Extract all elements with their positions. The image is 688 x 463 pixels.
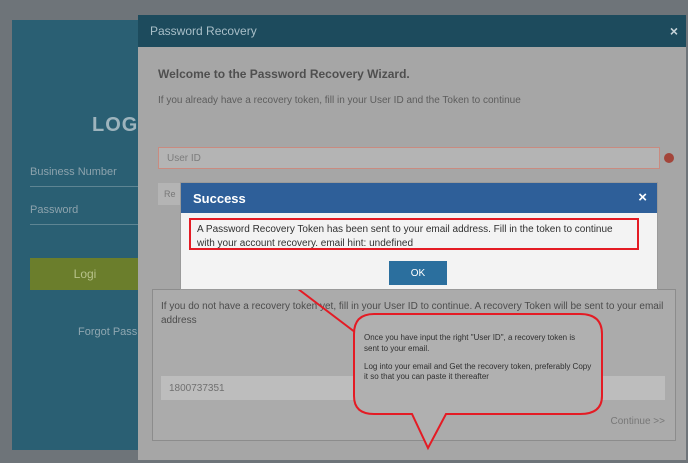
user-id-input[interactable]: User ID — [158, 147, 660, 169]
error-icon — [664, 153, 674, 163]
intro-text: If you already have a recovery token, fi… — [158, 95, 521, 106]
success-message: A Password Recovery Token has been sent … — [189, 218, 639, 250]
login-panel — [12, 20, 152, 450]
dialog-title: Password Recovery — [150, 24, 257, 38]
ok-button[interactable]: OK — [389, 261, 447, 285]
close-icon[interactable]: × — [638, 189, 647, 206]
success-modal: Success × A Password Recovery Token has … — [180, 182, 658, 290]
dialog-header: Password Recovery × — [138, 15, 686, 47]
callout-line-2: Log into your email and Get the recovery… — [364, 361, 592, 382]
success-header: Success × — [181, 183, 657, 213]
success-title: Success — [193, 190, 246, 206]
username-field[interactable]: Business Number — [30, 166, 142, 187]
callout-line-1: Once you have input the right "User ID",… — [364, 333, 576, 353]
forgot-password-link[interactable]: Forgot Pass — [78, 326, 137, 338]
password-field[interactable]: Password — [30, 204, 142, 225]
close-icon[interactable]: × — [670, 23, 678, 39]
continue-button[interactable]: Continue >> — [611, 416, 666, 427]
login-button[interactable]: Logi — [30, 258, 140, 290]
login-title: LOGI — [92, 114, 145, 136]
callout-text: Once you have input the right "User ID",… — [364, 333, 592, 390]
welcome-heading: Welcome to the Password Recovery Wizard. — [158, 67, 410, 81]
request-token-text: If you do not have a recovery token yet,… — [161, 301, 664, 326]
